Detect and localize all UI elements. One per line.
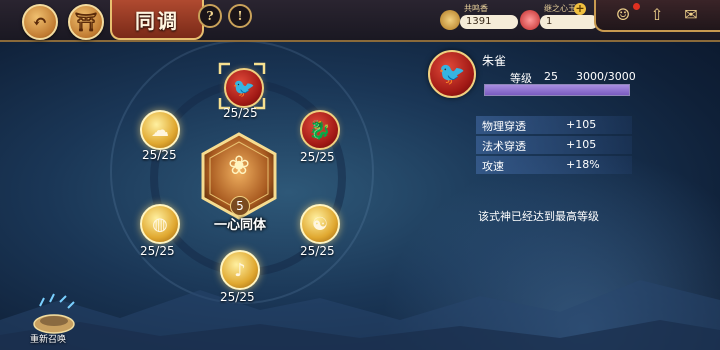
help-button[interactable]: ? — [198, 4, 222, 28]
max-level-note: 该式神已经达到最高等级 — [478, 210, 599, 223]
node-upper-left[interactable]: ☁ — [140, 110, 180, 150]
shikigami-portrait: 🐦 — [428, 50, 476, 98]
notification-dot — [633, 3, 640, 10]
stat-row: 物理穿透 +105 — [476, 116, 632, 134]
resource-value: 1391 — [460, 15, 518, 29]
resource-incense: 共鸣香 1391 — [438, 4, 518, 34]
center-level: 5 — [230, 196, 250, 216]
exp-bar — [484, 84, 630, 96]
vermilion-bird-icon: 🐦 — [438, 61, 466, 87]
node-bottom[interactable]: ♪ — [220, 250, 260, 290]
stat-value: +18% — [566, 158, 600, 171]
back-arrow-icon: ↶ — [32, 11, 48, 33]
stat-value: +105 — [566, 118, 597, 131]
dragon-icon: 🐉 — [308, 119, 332, 141]
stat-name: 法术穿透 — [482, 140, 526, 153]
home-button[interactable]: ⛩ — [68, 4, 104, 40]
node-lower-left[interactable]: ◍ — [140, 204, 180, 244]
resource-label: 继之心玉 — [544, 4, 576, 13]
node-bottom-progress: 25/25 — [220, 290, 255, 304]
crane-icon: 🐦 — [232, 77, 256, 99]
stat-value: +105 — [566, 138, 597, 151]
bagua-icon: ☯ — [311, 213, 329, 235]
upgrade-arrow-icon[interactable]: ⇧ — [646, 5, 668, 25]
dancer-icon: ♪ — [234, 259, 246, 281]
shrine-icon: ⛩ — [74, 11, 98, 33]
add-resource-button[interactable]: + — [574, 3, 586, 15]
node-top-progress: 25/25 — [223, 106, 258, 120]
stats-list: 物理穿透 +105 法术穿透 +105 攻速 +18% — [476, 116, 632, 176]
level-value: 25 — [544, 70, 558, 83]
center-title: 一心同体 — [213, 218, 266, 233]
node-lower-right-progress: 25/25 — [300, 244, 335, 258]
incense-icon — [440, 10, 460, 30]
alert-button[interactable]: ! — [228, 4, 252, 28]
exp-fill — [485, 85, 629, 95]
node-lower-left-progress: 25/25 — [140, 244, 175, 258]
stat-row: 法术穿透 +105 — [476, 136, 632, 154]
node-upper-right-progress: 25/25 — [300, 150, 335, 164]
resummon-label: 重新召唤 — [30, 335, 67, 345]
heart-jade-icon — [520, 10, 540, 30]
page-title: 同调 — [110, 0, 204, 40]
mountain-silhouette — [0, 280, 720, 350]
resource-label: 共鸣香 — [464, 4, 488, 13]
resource-value: 1 — [540, 15, 598, 29]
back-button[interactable]: ↶ — [22, 4, 58, 40]
stat-name: 物理穿透 — [482, 120, 526, 133]
cloud-icon: ☁ — [151, 119, 169, 141]
shikigami-name: 朱雀 — [482, 54, 507, 68]
node-upper-right[interactable]: 🐉 — [300, 110, 340, 150]
node-upper-left-progress: 25/25 — [142, 148, 177, 162]
node-lower-right[interactable]: ☯ — [300, 204, 340, 244]
chibi-avatar-icon[interactable]: ☺ — [612, 5, 634, 25]
exp-text: 3000/3000 — [576, 70, 636, 83]
stat-row: 攻速 +18% — [476, 156, 632, 174]
stat-name: 攻速 — [482, 160, 504, 173]
mail-icon[interactable]: ✉ — [680, 5, 702, 25]
drum-icon: ◍ — [152, 213, 168, 235]
lotus-flame-icon: ❀ — [228, 151, 250, 181]
node-top[interactable]: 🐦 — [224, 68, 264, 108]
